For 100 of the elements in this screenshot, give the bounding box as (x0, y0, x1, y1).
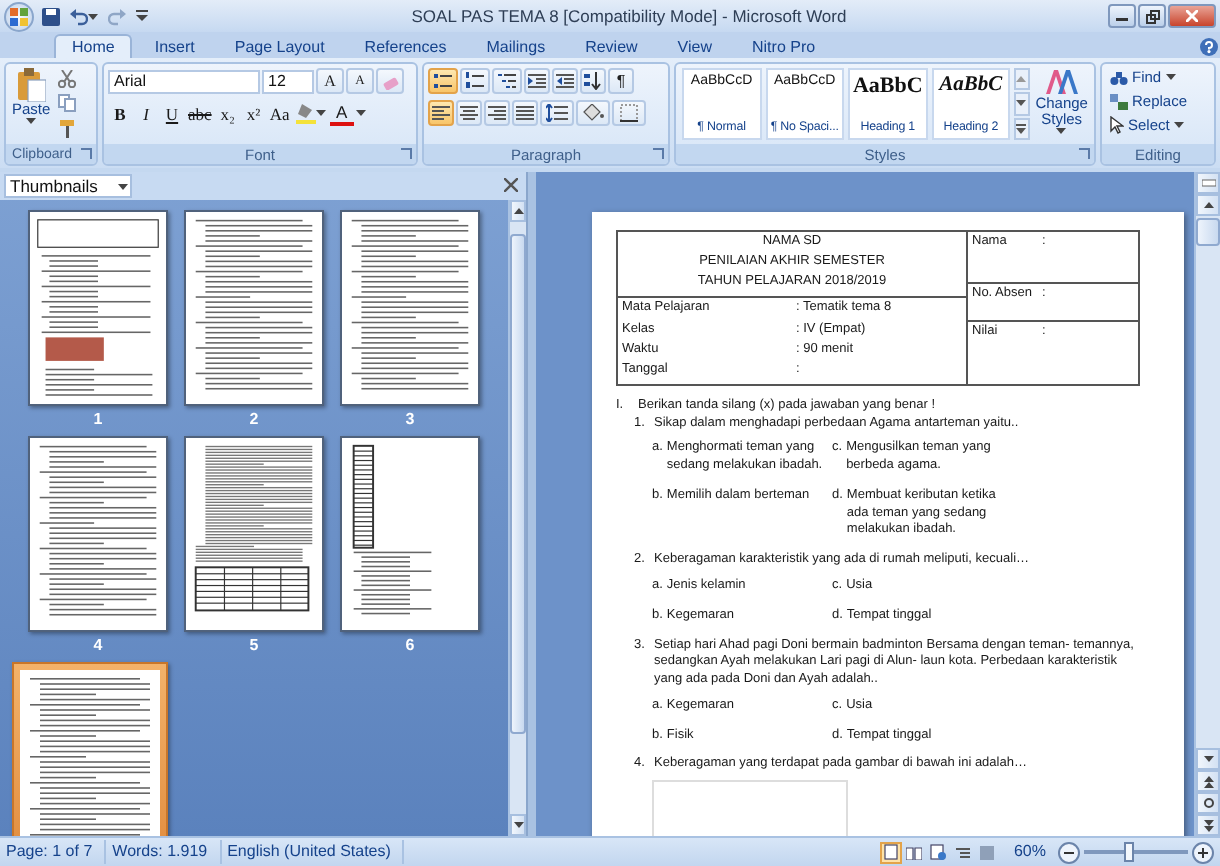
close-button[interactable] (1168, 4, 1216, 28)
help-button[interactable] (1198, 34, 1220, 58)
open-book-icon (906, 845, 923, 859)
globe-page-icon (930, 844, 947, 860)
zoom-in-button[interactable] (1192, 841, 1214, 863)
ribbon-tab[interactable]: Mailings (468, 34, 564, 58)
launcher-icon (400, 148, 412, 160)
page-number: 5 (249, 636, 259, 654)
caret-icon (88, 13, 98, 19)
gallery-down-button[interactable] (1014, 92, 1030, 116)
zoom-slider-thumb[interactable] (1123, 842, 1134, 862)
shading-button[interactable] (576, 100, 610, 126)
browse-object-button[interactable] (1196, 792, 1220, 814)
up-arrow-icon (513, 208, 523, 214)
increase-indent-button[interactable] (552, 68, 578, 94)
format-button[interactable]: x₂ (215, 100, 240, 126)
minimize-button[interactable] (1108, 4, 1136, 28)
style-preview: AaBbC (939, 74, 1003, 96)
ribbon-tab[interactable]: Nitro Pro (734, 34, 834, 58)
web-layout-button[interactable] (927, 841, 950, 863)
format-button[interactable]: abc (186, 100, 214, 126)
copy-button[interactable] (56, 92, 79, 116)
scroll-down-button[interactable] (1196, 748, 1220, 770)
decrease-indent-button[interactable] (524, 68, 550, 94)
circle-icon (1203, 798, 1213, 808)
font-color-button[interactable]: A (329, 101, 354, 125)
font-size-field[interactable]: 12 (262, 69, 314, 93)
show-marks-button[interactable]: ¶ (608, 68, 634, 94)
format-button[interactable]: B (108, 100, 132, 126)
format-button[interactable]: x² (241, 100, 266, 126)
ribbon-tab[interactable]: Insert (136, 34, 213, 58)
clipboard-icon (17, 68, 46, 102)
previous-page-button[interactable] (1196, 770, 1220, 792)
dialog-launcher-button[interactable] (650, 146, 666, 162)
font-name-field[interactable]: Arial (108, 69, 260, 93)
dialog-launcher-button[interactable] (1076, 146, 1092, 162)
maximize-button[interactable] (1138, 4, 1166, 28)
format-painter-button[interactable] (56, 117, 79, 140)
list-button[interactable] (428, 68, 458, 94)
align-button[interactable] (428, 100, 454, 126)
scrollbar-thumb[interactable] (1196, 218, 1220, 246)
page-number: 3 (405, 410, 415, 428)
print-layout-button[interactable] (879, 841, 902, 863)
increase-indent-icon (556, 72, 574, 90)
scroll-up-button[interactable] (1196, 194, 1220, 216)
dialog-launcher-button[interactable] (78, 146, 94, 162)
pane-close-button[interactable] (504, 177, 522, 195)
page-number: 1 (93, 410, 103, 428)
align-button[interactable] (456, 100, 482, 126)
align-button[interactable] (484, 100, 510, 126)
down-arrow-icon (1203, 756, 1213, 762)
list-button[interactable] (460, 68, 490, 94)
highlight-button[interactable] (293, 101, 328, 125)
ruler-toggle-button[interactable] (1196, 172, 1220, 194)
dialog-launcher-button[interactable] (398, 146, 414, 162)
caret-icon (1173, 122, 1184, 128)
scroll-down-button[interactable] (510, 814, 526, 836)
borders-button[interactable] (612, 100, 646, 126)
scrollbar-thumb[interactable] (510, 234, 526, 734)
ribbon-tab[interactable]: References (346, 34, 465, 58)
scissors-icon (58, 70, 77, 89)
cut-button[interactable] (56, 68, 79, 91)
save-button[interactable] (40, 4, 62, 28)
zoom-level: 60% (1011, 840, 1048, 864)
format-button[interactable]: Aa (267, 100, 292, 126)
next-page-button[interactable] (1196, 814, 1220, 836)
undo-button[interactable] (68, 4, 100, 28)
grow-font-button[interactable]: A (316, 68, 344, 94)
ribbon-tab[interactable]: Review (567, 34, 656, 58)
office-button[interactable] (4, 1, 34, 31)
full-screen-reading-button[interactable] (903, 841, 926, 863)
binoculars-icon (1110, 69, 1128, 85)
list-button[interactable] (492, 68, 522, 94)
align-button[interactable] (512, 100, 538, 126)
double-down-arrow-icon (1203, 819, 1213, 831)
ribbon-tab[interactable]: View (659, 34, 730, 58)
window-title: SOAL PAS TEMA 8 [Compatibility Mode] - Microsoft Word (409, 6, 849, 26)
caret-icon (118, 183, 128, 189)
format-button[interactable]: I (134, 100, 158, 126)
styles-letters-icon (1045, 68, 1078, 96)
ribbon-tab[interactable]: Page Layout (216, 34, 343, 58)
align-justify-icon (516, 104, 534, 122)
ribbon-tab[interactable]: Home (54, 34, 133, 58)
line-spacing-button[interactable] (540, 100, 574, 126)
pane-view-dropdown[interactable]: Thumbnails (4, 174, 132, 198)
paintbrush-icon (58, 119, 77, 138)
zoom-out-button[interactable] (1058, 841, 1080, 863)
caret-icon (1056, 127, 1067, 134)
more-icon (1016, 123, 1027, 134)
caret-icon (315, 110, 326, 116)
scroll-up-button[interactable] (510, 200, 526, 222)
format-button[interactable]: U (160, 100, 184, 126)
gallery-more-button[interactable] (1014, 117, 1030, 140)
down-arrow-icon (1016, 100, 1027, 107)
page-number: 6 (405, 636, 415, 654)
page-icon (883, 844, 898, 860)
launcher-icon (80, 148, 92, 160)
sort-button[interactable] (580, 68, 606, 94)
word-count: Words: 1.919 (106, 840, 222, 864)
redo-icon (108, 7, 126, 25)
